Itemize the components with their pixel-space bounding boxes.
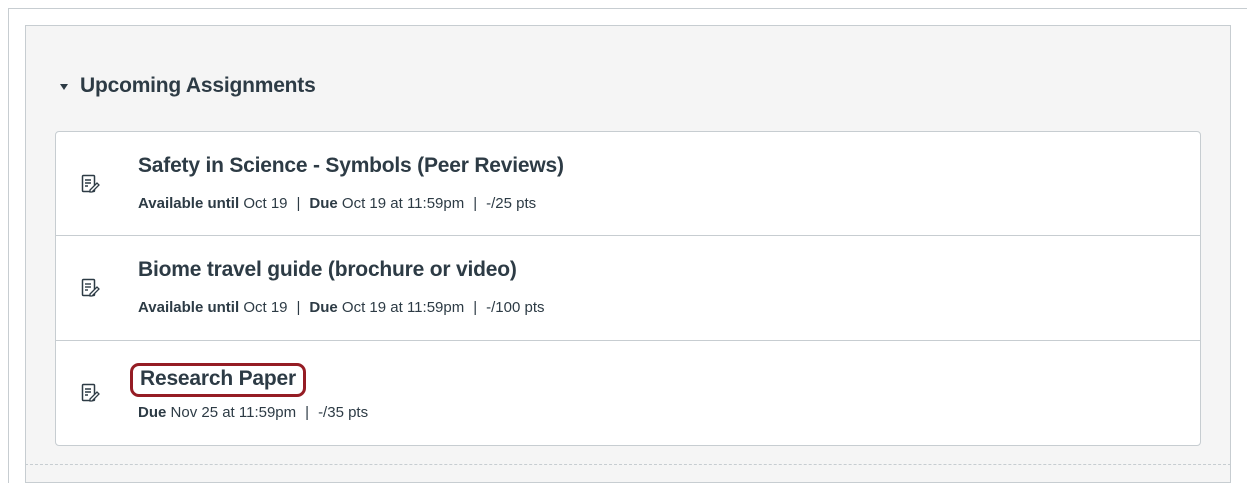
- assignment-meta: Available until Oct 19 | Due Oct 19 at 11:…: [138, 299, 545, 316]
- group-divider: [25, 464, 1231, 465]
- assignment-row[interactable]: Safety in Science - Symbols (Peer Review…: [56, 132, 1200, 236]
- meta-separator: |: [305, 404, 310, 421]
- assignment-list: Safety in Science - Symbols (Peer Review…: [55, 131, 1201, 446]
- assignment-title-link[interactable]: Safety in Science - Symbols (Peer Review…: [138, 154, 564, 178]
- assignment-title-link-highlighted[interactable]: Research Paper: [130, 363, 306, 397]
- assignment-meta: Due Nov 25 at 11:59pm | -/35 pts: [138, 404, 368, 421]
- meta-separator: |: [296, 299, 301, 316]
- available-label: Available until: [138, 195, 240, 212]
- meta-separator: |: [473, 299, 478, 316]
- assignment-icon: [81, 383, 100, 402]
- group-title: Upcoming Assignments: [80, 74, 316, 97]
- assignment-row[interactable]: Biome travel guide (brochure or video) A…: [56, 236, 1200, 341]
- points: -/35 pts: [318, 404, 369, 421]
- due-date: Nov 25 at 11:59pm: [170, 404, 297, 421]
- meta-separator: |: [473, 195, 478, 212]
- due-label: Due: [138, 404, 167, 421]
- meta-separator: |: [296, 195, 301, 212]
- assignment-meta: Available until Oct 19 | Due Oct 19 at 11:…: [138, 195, 536, 212]
- caret-down-icon[interactable]: [60, 84, 68, 90]
- available-date: Oct 19: [243, 299, 288, 316]
- assignment-row[interactable]: Research Paper Due Nov 25 at 11:59pm | -/3…: [56, 341, 1200, 445]
- available-label: Available until: [138, 299, 240, 316]
- assignment-icon: [81, 278, 100, 297]
- due-label: Due: [309, 299, 338, 316]
- points: -/25 pts: [486, 195, 537, 212]
- group-toggle[interactable]: Upcoming Assignments: [60, 72, 316, 100]
- assignment-title-link[interactable]: Biome travel guide (brochure or video): [138, 258, 517, 282]
- due-date: Oct 19 at 11:59pm: [341, 195, 465, 212]
- assignment-icon: [81, 174, 100, 193]
- due-date: Oct 19 at 11:59pm: [341, 299, 465, 316]
- points: -/100 pts: [486, 299, 545, 316]
- due-label: Due: [309, 195, 338, 212]
- available-date: Oct 19: [243, 195, 288, 212]
